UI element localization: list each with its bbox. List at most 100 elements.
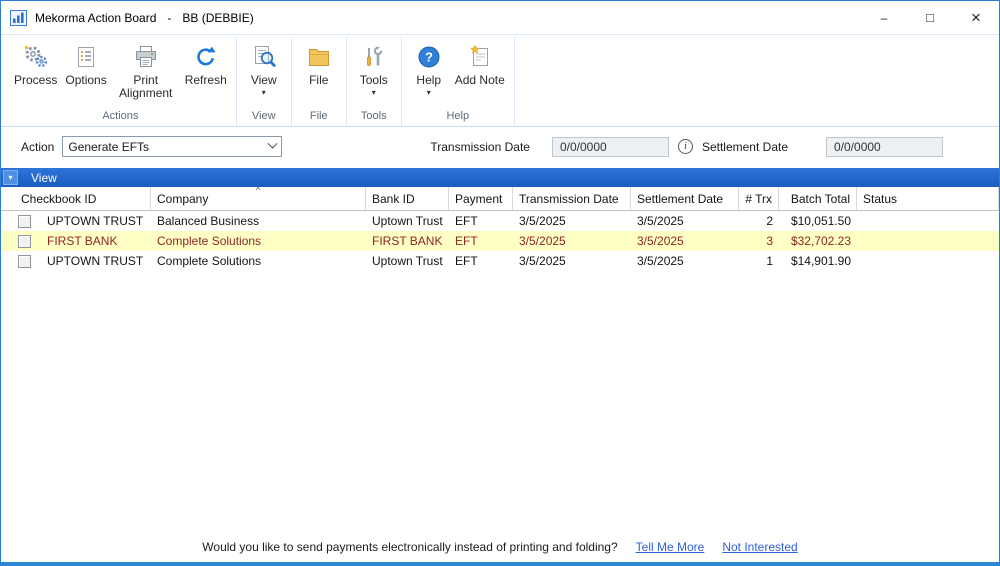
close-button[interactable]: ×: [953, 1, 999, 34]
col-checkbook-id[interactable]: Checkbook ID: [1, 187, 151, 210]
refresh-icon: [193, 41, 219, 72]
cell-company: Balanced Business: [157, 214, 260, 228]
chevron-down-icon: [267, 138, 278, 149]
tools-icon: [361, 41, 387, 72]
ribbon-group-help: ? Help ▾ Add Note Help: [402, 37, 515, 126]
col-company-label: Company: [157, 191, 209, 206]
tools-button[interactable]: Tools ▾: [352, 37, 396, 97]
window-user: BB (DEBBIE): [182, 10, 254, 25]
options-label: Options: [65, 73, 107, 87]
group-label-actions: Actions: [102, 110, 139, 122]
view-magnifier-icon: [251, 41, 277, 72]
col-status[interactable]: Status: [857, 187, 999, 210]
ribbon-group-view: View ▾ View: [237, 37, 292, 126]
tools-label: Tools: [359, 73, 388, 87]
ribbon-group-tools: Tools ▾ Tools: [347, 37, 402, 126]
svg-text:?: ?: [425, 49, 433, 64]
group-label-view: View: [251, 110, 276, 122]
settlement-date-label: Settlement Date: [701, 139, 788, 154]
row-checkbox[interactable]: [18, 254, 31, 268]
cell-bank: FIRST BANK: [372, 234, 443, 248]
action-selected-value: Generate EFTs: [68, 139, 150, 154]
cell-company: Complete Solutions: [157, 234, 262, 248]
print-alignment-button[interactable]: Print Alignment: [111, 37, 181, 100]
sort-asc-icon: ^: [255, 185, 261, 195]
help-question-icon: ?: [416, 41, 442, 72]
group-label-tools: Tools: [360, 110, 387, 122]
settlement-date-field[interactable]: 0/0/0000: [826, 136, 943, 157]
cell-trx: 1: [766, 254, 773, 268]
gears-icon: [23, 41, 49, 72]
footer-message: Would you like to send payments electron…: [202, 540, 618, 554]
col-bank-id[interactable]: Bank ID: [366, 187, 449, 210]
cell-bank: Uptown Trust: [372, 254, 443, 268]
tell-me-more-link[interactable]: Tell Me More: [636, 540, 705, 554]
col-company[interactable]: ^ Company: [151, 185, 366, 210]
action-bar: Action Generate EFTs Transmission Date 0…: [1, 127, 999, 166]
refresh-button[interactable]: Refresh: [181, 37, 231, 87]
window-title: Mekorma Action Board: [35, 10, 157, 25]
add-note-button[interactable]: Add Note: [451, 37, 509, 87]
cell-total: $10,051.50: [790, 214, 851, 228]
process-button[interactable]: Process: [10, 37, 61, 87]
file-label: File: [309, 73, 329, 87]
cell-settlement: 3/5/2025: [637, 214, 684, 228]
col-transmission-date[interactable]: Transmission Date: [513, 187, 631, 210]
row-checkbox[interactable]: [18, 234, 31, 248]
cell-transmission: 3/5/2025: [519, 214, 566, 228]
tools-dropdown-icon: ▾: [371, 88, 376, 97]
table-row[interactable]: UPTOWN TRUST Balanced Business Uptown Tr…: [1, 211, 999, 231]
process-label: Process: [14, 73, 58, 87]
cell-settlement: 3/5/2025: [637, 254, 684, 268]
cell-payment: EFT: [455, 234, 478, 248]
file-button[interactable]: File: [297, 37, 341, 87]
title-dash: -: [167, 10, 172, 25]
col-settlement-date[interactable]: Settlement Date: [631, 187, 739, 210]
row-checkbox-cell: [1, 234, 41, 248]
cell-settlement: 3/5/2025: [637, 234, 684, 248]
view-bar-label: View: [31, 170, 57, 185]
transmission-date-label: Transmission Date: [430, 139, 530, 154]
cell-checkbook: UPTOWN TRUST: [47, 254, 144, 268]
view-button[interactable]: View ▾: [242, 37, 286, 97]
cell-trx: 2: [766, 214, 773, 228]
col-batch-total[interactable]: Batch Total: [779, 187, 857, 210]
info-icon[interactable]: i: [677, 139, 693, 154]
ribbon-group-file: File File: [292, 37, 347, 126]
table-header: Checkbook ID ^ Company Bank ID Payment T…: [1, 185, 999, 211]
table-row[interactable]: FIRST BANK Complete Solutions FIRST BANK…: [1, 231, 999, 251]
not-interested-link[interactable]: Not Interested: [722, 540, 797, 554]
cell-checkbook: FIRST BANK: [47, 234, 118, 248]
help-label: Help: [416, 73, 442, 87]
view-collapse-button[interactable]: ▾: [3, 170, 18, 185]
cell-company: Complete Solutions: [157, 254, 262, 268]
settlement-date-value: 0/0/0000: [834, 139, 881, 154]
group-label-file: File: [309, 110, 328, 122]
help-dropdown-icon: ▾: [426, 88, 431, 97]
cell-checkbook: UPTOWN TRUST: [47, 214, 144, 228]
col-payment[interactable]: Payment: [449, 187, 513, 210]
cell-total: $14,901.90: [790, 254, 851, 268]
table-row[interactable]: UPTOWN TRUST Complete Solutions Uptown T…: [1, 251, 999, 271]
ribbon-group-actions: Process Options Print Alignment Refresh …: [5, 37, 237, 126]
titlebar: Mekorma Action Board - BB (DEBBIE) – □ ×: [1, 1, 999, 34]
minimize-button[interactable]: –: [861, 1, 907, 34]
window-controls: – □ ×: [861, 1, 999, 34]
refresh-label: Refresh: [184, 73, 227, 87]
printer-icon: [133, 41, 159, 72]
help-button[interactable]: ? Help ▾: [407, 37, 451, 97]
cell-bank: Uptown Trust: [372, 214, 443, 228]
action-select[interactable]: Generate EFTs: [62, 136, 283, 157]
print-alignment-label: Print Alignment: [119, 73, 173, 100]
col-trx[interactable]: # Trx: [739, 187, 779, 210]
cell-transmission: 3/5/2025: [519, 234, 566, 248]
maximize-button[interactable]: □: [907, 1, 953, 34]
app-icon: [10, 9, 27, 26]
view-dropdown-icon: ▾: [261, 88, 266, 97]
action-label: Action: [21, 139, 55, 154]
row-checkbox[interactable]: [18, 214, 31, 228]
view-group-bar: ▾ View: [1, 168, 999, 187]
transmission-date-field[interactable]: 0/0/0000: [551, 136, 669, 157]
options-button[interactable]: Options: [61, 37, 110, 87]
cell-total: $32,702.23: [790, 234, 851, 248]
